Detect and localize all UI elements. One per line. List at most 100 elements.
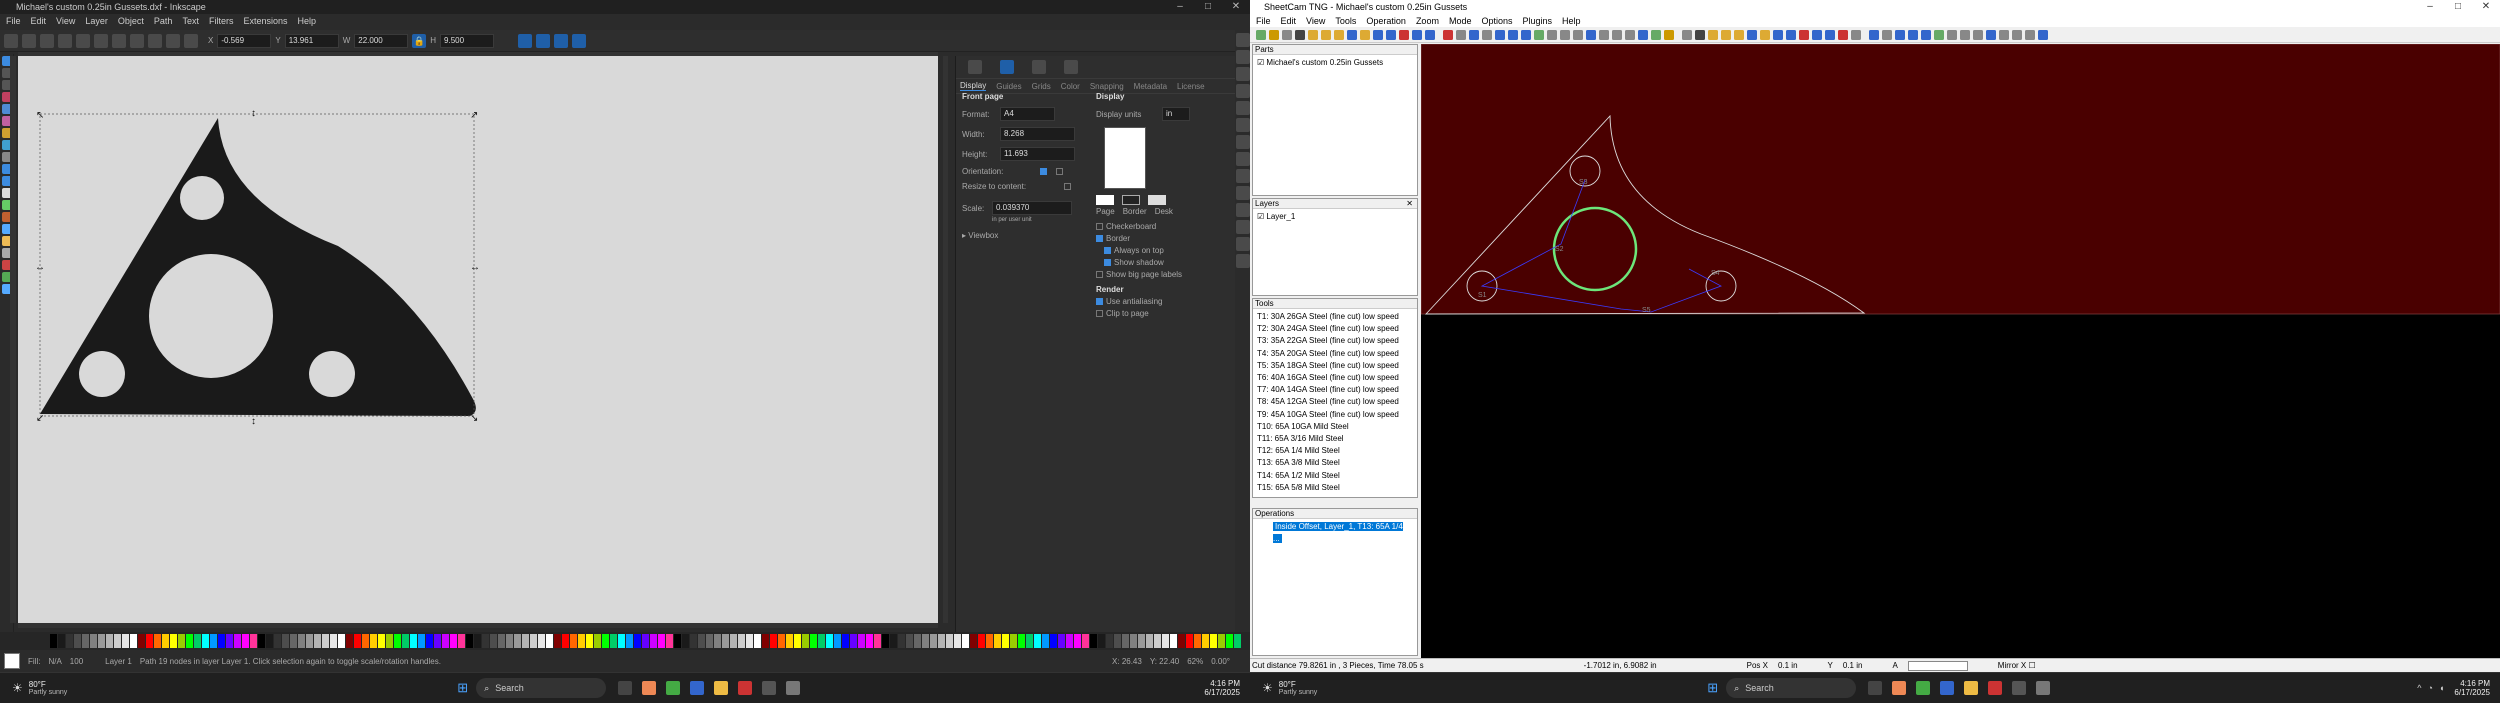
maximize-icon[interactable]: □ [1194, 0, 1222, 14]
rotate-ccw-icon[interactable] [58, 33, 72, 48]
toolbar-button-icon[interactable] [1851, 29, 1861, 40]
toolbar-button-icon[interactable] [1508, 29, 1518, 40]
inkscape-task-icon[interactable] [2012, 681, 2027, 695]
palette-swatch[interactable] [138, 634, 145, 648]
close-icon[interactable]: ✕ [1222, 0, 1250, 14]
palette-swatch[interactable] [258, 634, 265, 648]
distribute-icon[interactable] [184, 33, 198, 48]
menu-object[interactable]: Object [118, 16, 144, 26]
palette-swatch[interactable] [802, 634, 809, 648]
toolbar-button-icon[interactable] [1999, 29, 2009, 40]
palette-swatch[interactable] [1122, 634, 1129, 648]
menu-tools[interactable]: Tools [1335, 16, 1356, 26]
palette-swatch[interactable] [1074, 634, 1081, 648]
palette-swatch[interactable] [666, 634, 673, 648]
menu-extensions[interactable]: Extensions [243, 16, 287, 26]
palette-swatch[interactable] [546, 634, 553, 648]
palette-swatch[interactable] [618, 634, 625, 648]
palette-swatch[interactable] [442, 634, 449, 648]
palette-swatch[interactable] [1090, 634, 1097, 648]
close-icon[interactable]: ✕ [1406, 199, 1413, 209]
inkscape-task-icon[interactable] [762, 681, 777, 695]
toolbar-button-icon[interactable] [1747, 29, 1757, 40]
edge-icon[interactable] [690, 681, 705, 695]
toolbar-button-icon[interactable] [1599, 29, 1609, 40]
palette-swatch[interactable] [642, 634, 649, 648]
palette-swatch[interactable] [858, 634, 865, 648]
menu-mode[interactable]: Mode [1449, 16, 1472, 26]
fill-stroke-tab-icon[interactable] [1032, 60, 1046, 74]
toolbar-button-icon[interactable] [1469, 29, 1479, 40]
palette-swatch[interactable] [394, 634, 401, 648]
palette-swatch[interactable] [890, 634, 897, 648]
align-tab-icon[interactable] [1064, 60, 1078, 74]
select-all-icon[interactable] [4, 33, 18, 48]
toolbar-button-icon[interactable] [1347, 29, 1357, 40]
redo-icon[interactable] [1235, 152, 1250, 166]
palette-swatch[interactable] [818, 634, 825, 648]
tool-item[interactable]: T6: 40A 16GA Steel (fine cut) low speed [1257, 372, 1413, 384]
palette-swatch[interactable] [978, 634, 985, 648]
tool-item[interactable]: T7: 40A 14GA Steel (fine cut) low speed [1257, 384, 1413, 396]
tool-item[interactable]: T15: 65A 5/8 Mild Steel [1257, 482, 1413, 494]
palette-swatch[interactable] [610, 634, 617, 648]
tool-item[interactable]: T14: 65A 1/2 Mild Steel [1257, 470, 1413, 482]
palette-swatch[interactable] [834, 634, 841, 648]
palette-swatch[interactable] [714, 634, 721, 648]
toolbar-button-icon[interactable] [1586, 29, 1596, 40]
tool-item[interactable]: T8: 45A 12GA Steel (fine cut) low speed [1257, 396, 1413, 408]
flip-h-icon[interactable] [94, 33, 108, 48]
palette-swatch[interactable] [994, 634, 1001, 648]
palette-swatch[interactable] [682, 634, 689, 648]
tab-guides[interactable]: Guides [996, 82, 1021, 91]
palette-swatch[interactable] [778, 634, 785, 648]
menu-plugins[interactable]: Plugins [1523, 16, 1553, 26]
zoom-fit-icon[interactable] [1235, 220, 1250, 234]
toolbar-button-icon[interactable] [2012, 29, 2022, 40]
palette-swatch[interactable] [1234, 634, 1241, 648]
toolbar-button-icon[interactable] [1412, 29, 1422, 40]
new-doc-icon[interactable] [1235, 33, 1250, 47]
windows-start-icon[interactable]: ⊞ [1707, 680, 1718, 696]
toolbar-button-icon[interactable] [1773, 29, 1783, 40]
zoom-page-icon[interactable] [1235, 254, 1250, 268]
palette-swatch[interactable] [74, 634, 81, 648]
print-icon[interactable] [1235, 84, 1250, 98]
palette-swatch[interactable] [1042, 634, 1049, 648]
palette-swatch[interactable] [602, 634, 609, 648]
app-icon[interactable] [738, 681, 753, 695]
viewbox-expander[interactable]: ▸ Viewbox [962, 231, 1090, 240]
toolbar-button-icon[interactable] [1986, 29, 1996, 40]
browser-icon[interactable] [1892, 681, 1907, 695]
menu-help[interactable]: Help [297, 16, 316, 26]
rotate-cw-icon[interactable] [76, 33, 90, 48]
deselect-icon[interactable] [40, 33, 54, 48]
toolbar-button-icon[interactable] [1321, 29, 1331, 40]
rotation-field[interactable]: 0.00° [1211, 657, 1230, 666]
show-shadow-checkbox[interactable]: Show shadow [1104, 258, 1226, 267]
palette-swatch[interactable] [754, 634, 761, 648]
palette-swatch[interactable] [410, 634, 417, 648]
explorer-icon[interactable] [1964, 681, 1979, 695]
select-same-icon[interactable] [22, 33, 36, 48]
palette-swatch[interactable] [306, 634, 313, 648]
toolbar-button-icon[interactable] [2025, 29, 2035, 40]
palette-swatch[interactable] [1146, 634, 1153, 648]
scale-corners-icon[interactable] [536, 33, 551, 48]
palette-swatch[interactable] [1162, 634, 1169, 648]
opacity-field[interactable]: 100 [70, 657, 83, 666]
inkscape-canvas[interactable]: ↖ ↕ ↗ ↔ ↔ ↙ ↕ ↘ [18, 56, 938, 623]
lower-icon[interactable] [148, 33, 162, 48]
portrait-radio[interactable] [1040, 168, 1047, 175]
palette-swatch[interactable] [1058, 634, 1065, 648]
palette-swatch[interactable] [770, 634, 777, 648]
palette-swatch[interactable] [226, 634, 233, 648]
palette-swatch[interactable] [90, 634, 97, 648]
toolbar-button-icon[interactable] [1721, 29, 1731, 40]
pos-x-field[interactable]: 0.1 in [1778, 661, 1798, 670]
toolbar-button-icon[interactable] [1534, 29, 1544, 40]
fill-indicator[interactable] [4, 653, 20, 669]
a-field[interactable] [1907, 660, 1968, 671]
align-icon[interactable] [166, 33, 180, 48]
palette-swatch[interactable] [906, 634, 913, 648]
